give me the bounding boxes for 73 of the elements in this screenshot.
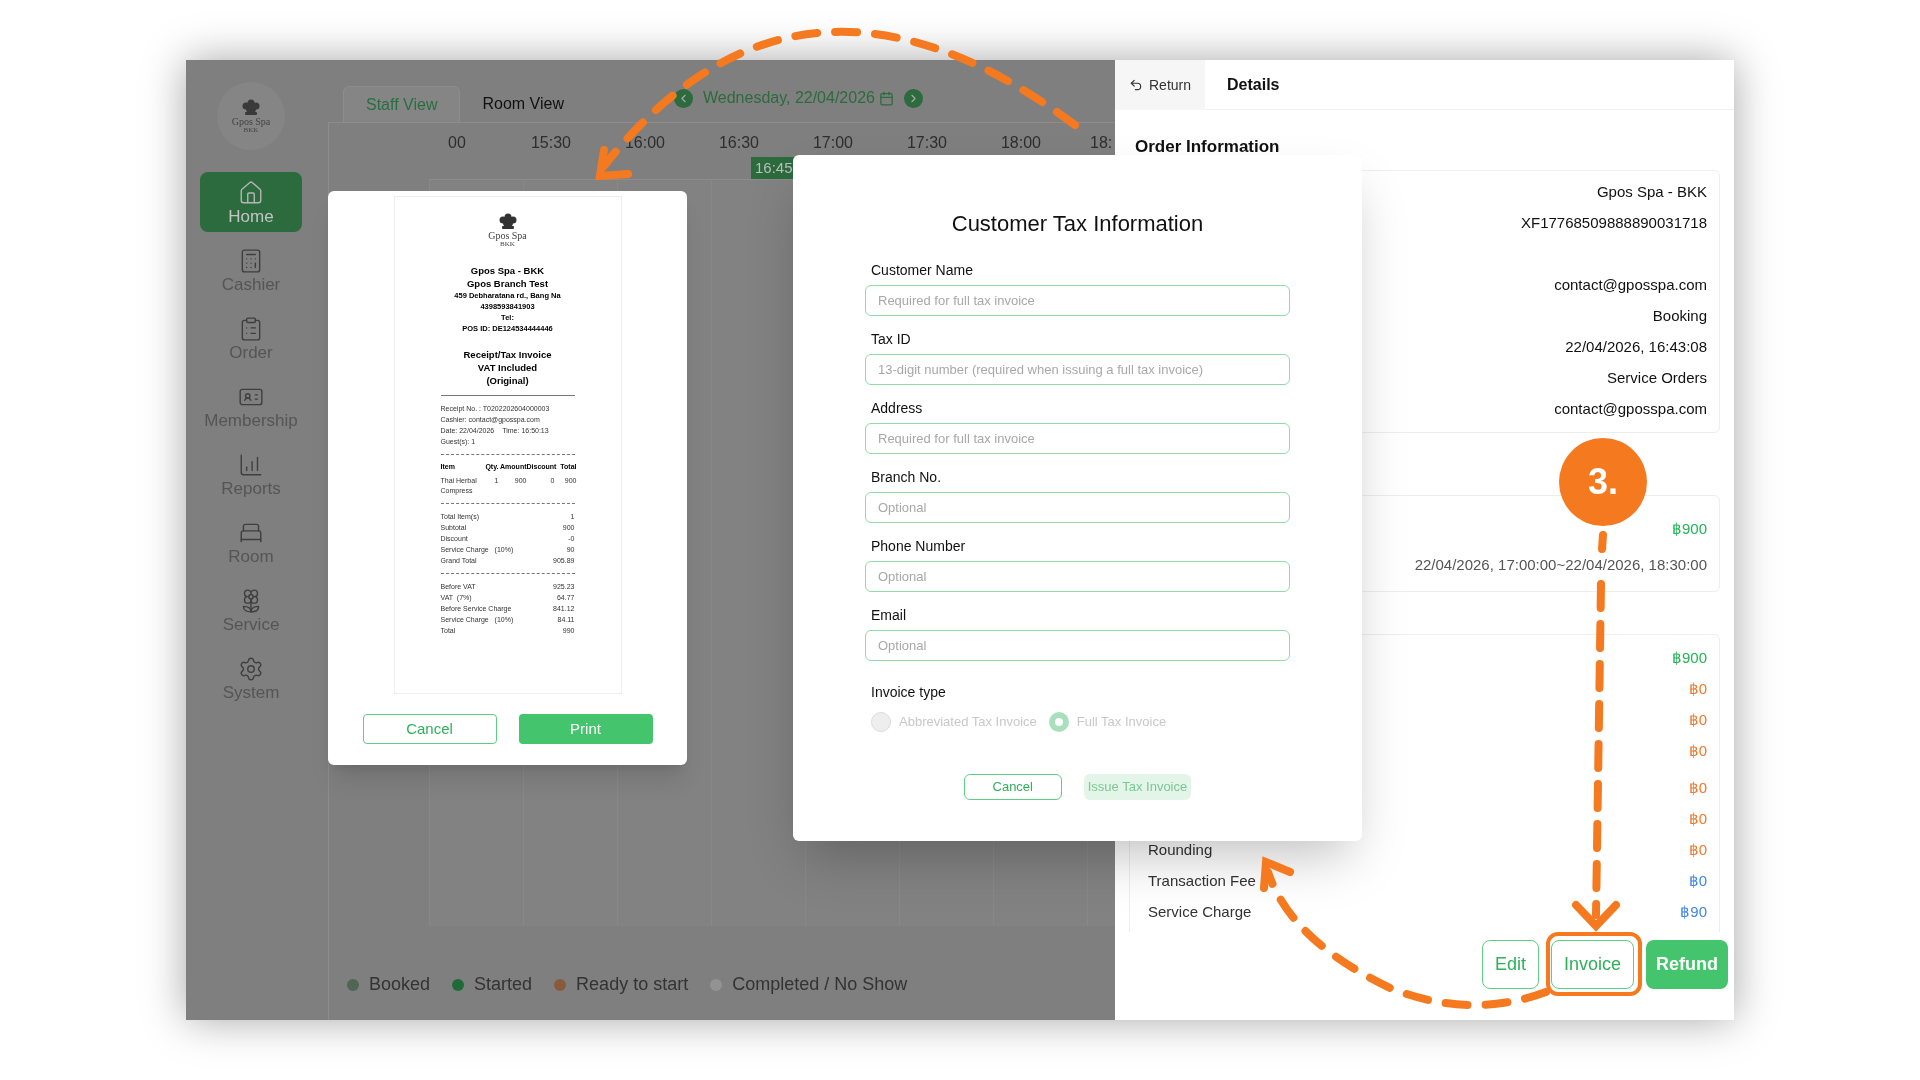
charge-value: ฿0 <box>1688 710 1707 731</box>
charge-label: Service Charge <box>1148 902 1252 923</box>
info-value: contact@gposspa.com <box>1554 274 1707 295</box>
field-label: Email <box>870 606 907 625</box>
charge-value: ฿0 <box>1688 778 1707 799</box>
legend-label: Ready to start <box>576 973 689 996</box>
charge-value: ฿0 <box>1688 809 1707 830</box>
field-label: Tax ID <box>870 330 912 349</box>
time-label: 17:00 <box>811 133 854 153</box>
secondary-button[interactable]: Invoice <box>1550 939 1634 989</box>
time-label: 18:00 <box>999 133 1042 153</box>
previous-day-button[interactable] <box>673 88 693 108</box>
info-value: 22/04/2026, 16:43:08 <box>1565 336 1707 357</box>
field-label: Phone Number <box>870 537 967 556</box>
section-heading: Order Information <box>1135 136 1280 158</box>
next-day-button[interactable] <box>903 88 923 108</box>
panel-tab[interactable]: Details <box>1205 60 1302 110</box>
service-period: 22/04/2026, 17:00:00~22/04/2026, 18:30:00 <box>1414 555 1707 575</box>
charge-label: Rounding <box>1148 840 1213 861</box>
receipt-header-line: Gpos Spa - BKK <box>470 264 545 277</box>
text-field[interactable]: Optional <box>865 630 1290 661</box>
info-value: Booking <box>1652 305 1707 326</box>
charge-value: ฿90 <box>1680 902 1707 923</box>
legend-label: Booked <box>369 973 431 996</box>
receipt-title-line: (Original) <box>486 374 529 387</box>
text-field[interactable]: Optional <box>865 561 1290 592</box>
view-tab[interactable]: Staff View <box>343 86 461 122</box>
secondary-button[interactable]: Cancel <box>963 774 1062 800</box>
current-time-marker: 16:45 <box>751 157 797 179</box>
charge-value: ฿0 <box>1688 679 1707 700</box>
text-field[interactable]: Optional <box>865 492 1290 523</box>
receipt-title-line: VAT Included <box>477 361 538 374</box>
secondary-button[interactable]: Cancel <box>362 714 497 744</box>
primary-button[interactable]: Refund <box>1646 939 1728 989</box>
house-icon <box>238 179 264 206</box>
settings-icon <box>238 655 264 682</box>
receipt-title-line: Receipt/Tax Invoice <box>463 348 552 361</box>
text-field[interactable]: 13-digit number (required when issuing a full tax invoice) <box>865 354 1290 385</box>
time-label: 18: <box>1090 133 1113 153</box>
secondary-button[interactable]: Edit <box>1481 939 1539 989</box>
time-label: 16:30 <box>717 133 760 153</box>
field-label: Address <box>870 399 924 418</box>
charge-value: ฿0 <box>1688 871 1707 892</box>
info-value: Service Orders <box>1606 367 1707 388</box>
charge-value: ฿900 <box>1671 648 1707 669</box>
charge-value: ฿0 <box>1688 840 1707 861</box>
time-label: 15:30 <box>529 133 572 153</box>
info-value: XF17768509888890031718 <box>1521 212 1707 233</box>
charge-label: Transaction Fee <box>1148 871 1256 892</box>
logo-name: Gpos Spa <box>488 231 527 241</box>
field-label: Customer Name <box>870 261 974 280</box>
text-field[interactable]: Required for full tax invoice <box>865 285 1290 316</box>
info-value: Gpos Spa - BKK <box>1596 181 1707 202</box>
time-label: 17:30 <box>905 133 948 153</box>
panel-tab[interactable]: Return <box>1115 60 1206 110</box>
view-tab[interactable]: Room View <box>460 86 586 122</box>
legend-label: Completed / No Show <box>732 973 908 996</box>
dialog-title: Customer Tax Information <box>951 210 1204 238</box>
undo-arrow-icon <box>1129 78 1143 92</box>
calendar-icon[interactable] <box>878 90 894 106</box>
primary-button[interactable]: Print <box>518 714 653 744</box>
logo-name: Gpos Spa <box>231 116 271 127</box>
time-label: 00 <box>447 133 467 153</box>
info-value: contact@gposspa.com <box>1554 398 1707 419</box>
service-price: ฿900 <box>1671 518 1707 539</box>
text-field[interactable]: Required for full tax invoice <box>865 423 1290 454</box>
legend-label: Started <box>474 973 533 996</box>
receipt-header-line: Gpos Branch Test <box>466 277 549 290</box>
nav-item[interactable]: Home <box>200 172 302 232</box>
field-label: Branch No. <box>870 468 943 487</box>
date-label: Wednesday, 22/04/2026 <box>702 88 875 108</box>
field-label: Invoice type <box>870 683 947 702</box>
charge-value: ฿0 <box>1688 741 1707 762</box>
